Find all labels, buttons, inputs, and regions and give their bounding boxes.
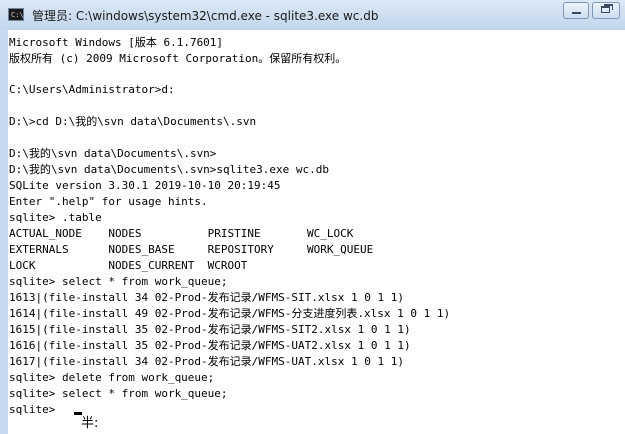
console-line: 1615|(file-install 35 02-Prod-发布记录/WFMS-… bbox=[9, 323, 411, 336]
ime-indicator: 半: bbox=[81, 416, 99, 431]
console-line: SQLite version 3.30.1 2019-10-10 20:19:4… bbox=[9, 179, 281, 192]
minimize-icon bbox=[572, 12, 581, 14]
console-line: C:\Users\Administrator>d: bbox=[9, 83, 175, 96]
console-line: 1617|(file-install 34 02-Prod-发布记录/WFMS-… bbox=[9, 355, 404, 368]
console-line: ACTUAL_NODE NODES PRISTINE WC_LOCK bbox=[9, 227, 354, 240]
console-line: sqlite> select * from work_queue; bbox=[9, 387, 228, 400]
console-line: Enter ".help" for usage hints. bbox=[9, 195, 208, 208]
console-line: D:\我的\svn data\Documents\.svn> bbox=[9, 147, 217, 160]
console-line: D:\>cd D:\我的\svn data\Documents\.svn bbox=[9, 115, 257, 128]
console-line: 1613|(file-install 34 02-Prod-发布记录/WFMS-… bbox=[9, 291, 404, 304]
console-output[interactable]: Microsoft Windows [版本 6.1.7601] 版权所有 (c)… bbox=[8, 30, 625, 434]
console-line: 1614|(file-install 49 02-Prod-发布记录/WFMS-… bbox=[9, 307, 451, 320]
console-prompt: sqlite> bbox=[9, 403, 56, 416]
console-line: Microsoft Windows [版本 6.1.7601] bbox=[9, 36, 224, 49]
window-title: 管理员: C:\windows\system32\cmd.exe - sqlit… bbox=[32, 9, 379, 23]
title-bar[interactable]: C:\ 管理员: C:\windows\system32\cmd.exe - s… bbox=[0, 0, 625, 30]
restore-icon bbox=[601, 6, 610, 13]
console-line: 版权所有 (c) 2009 Microsoft Corporation。保留所有… bbox=[9, 52, 347, 65]
console-line: EXTERNALS NODES_BASE REPOSITORY WORK_QUE… bbox=[9, 243, 374, 256]
console-line: sqlite> select * from work_queue; bbox=[9, 275, 228, 288]
console-line: 1616|(file-install 35 02-Prod-发布记录/WFMS-… bbox=[9, 339, 411, 352]
console-line: LOCK NODES_CURRENT WCROOT bbox=[9, 259, 248, 272]
cmd-window: C:\ 管理员: C:\windows\system32\cmd.exe - s… bbox=[0, 0, 625, 434]
console-line: D:\我的\svn data\Documents\.svn>sqlite3.ex… bbox=[9, 163, 330, 176]
restore-button[interactable] bbox=[592, 2, 620, 19]
console-line: sqlite> delete from work_queue; bbox=[9, 371, 215, 384]
cmd-icon[interactable]: C:\ bbox=[8, 8, 24, 21]
text-cursor bbox=[74, 412, 82, 415]
minimize-button[interactable] bbox=[563, 2, 589, 19]
console-line: sqlite> .table bbox=[9, 211, 102, 224]
